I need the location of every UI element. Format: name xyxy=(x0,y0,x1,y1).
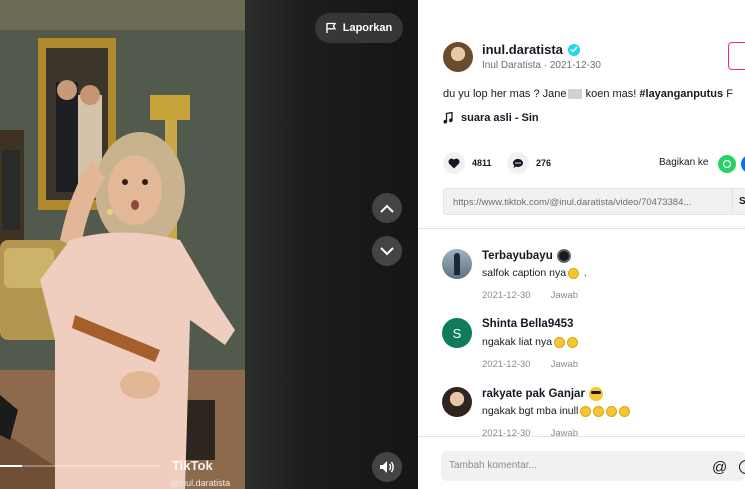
watermark-username: @inul.daratista xyxy=(170,478,231,488)
comment-meta: 2021-12-30 Jawab xyxy=(482,359,578,370)
commenter-name-row[interactable]: Terbayubayu xyxy=(482,249,571,263)
comment-trailing-dot: . xyxy=(581,267,587,279)
comment-text: ngakak bgt mba inull xyxy=(482,405,579,417)
comment-text-row: ngakak liat nya xyxy=(482,336,579,348)
commenter-name-row[interactable]: Shinta Bella9453 xyxy=(482,318,573,330)
commenter-name-row[interactable]: rakyate pak Ganjar xyxy=(482,387,603,401)
caption-text-2: koen mas! xyxy=(582,88,640,100)
facebook-share-icon[interactable] xyxy=(741,155,745,173)
author-avatar[interactable] xyxy=(443,42,473,72)
author-subline: Inul Daratista · 2021-12-30 xyxy=(482,60,601,71)
video-progress-bar[interactable] xyxy=(0,465,160,467)
commenter-name[interactable]: Terbayubayu xyxy=(482,250,553,262)
flag-icon xyxy=(326,22,336,33)
reply-button[interactable]: Jawab xyxy=(551,359,578,370)
like-count: 4811 xyxy=(472,158,492,168)
like-button[interactable]: 4811 xyxy=(443,152,492,174)
sound-link[interactable]: suara asli - Sin xyxy=(443,112,539,124)
commenter-name[interactable]: rakyate pak Ganjar xyxy=(482,388,585,400)
volume-button[interactable] xyxy=(372,452,402,482)
post-caption: du yu lop her mas ? Jane koen mas! #laya… xyxy=(443,88,733,100)
tiktok-watermark: TikTok xyxy=(172,458,213,473)
avatar-initial: S xyxy=(452,325,462,341)
mention-button[interactable]: @ xyxy=(712,459,727,476)
copy-link-button[interactable]: Sa xyxy=(732,189,745,214)
previous-video-button[interactable] xyxy=(372,193,402,223)
share-link-url[interactable]: https://www.tiktok.com/@inul.daratista/v… xyxy=(453,197,725,208)
comment-date: 2021-12-30 xyxy=(482,290,531,301)
comment-date: 2021-12-30 xyxy=(482,359,531,370)
commenter-avatar[interactable] xyxy=(442,249,472,279)
commenter-avatar[interactable] xyxy=(442,387,472,417)
subline-separator: · xyxy=(543,60,548,71)
share-label: Bagikan ke xyxy=(659,157,709,168)
grinning-emoji-icon xyxy=(606,405,618,417)
comment-input[interactable]: Tambah komentar... xyxy=(441,451,745,481)
crying-laughing-emoji-icon xyxy=(568,267,580,279)
comment-meta: 2021-12-30 Jawab xyxy=(482,290,578,301)
follow-button[interactable] xyxy=(728,42,745,70)
comment-text-row: ngakak bgt mba inull xyxy=(482,405,631,417)
section-divider xyxy=(418,228,745,229)
commenter-name[interactable]: Shinta Bella9453 xyxy=(482,318,573,330)
share-link-box: https://www.tiktok.com/@inul.daratista/v… xyxy=(443,188,745,215)
comment-text-row: salfok caption nya . xyxy=(482,267,587,279)
badge-icon xyxy=(556,249,571,263)
speaker-icon xyxy=(380,461,394,473)
heart-icon[interactable] xyxy=(443,152,465,174)
sound-name[interactable]: suara asli - Sin xyxy=(461,112,539,124)
caption-tail: F xyxy=(723,88,733,100)
comment-count: 276 xyxy=(536,158,552,168)
chevron-up-icon xyxy=(380,204,394,213)
video-progress-fill xyxy=(0,465,23,467)
author-username-row[interactable]: inul.daratista xyxy=(482,42,580,57)
comment-bubble-icon[interactable] xyxy=(507,152,529,174)
comment-button[interactable]: 276 xyxy=(507,152,551,174)
grinning-emoji-icon xyxy=(554,336,566,348)
caption-text: du yu lop her mas ? Jane xyxy=(443,88,567,100)
comment-text: ngakak liat nya xyxy=(482,336,553,348)
comment-text: salfok caption nya xyxy=(482,267,567,279)
sunglasses-emoji-icon xyxy=(588,387,603,401)
whatsapp-share-icon[interactable] xyxy=(718,155,736,173)
caption-hashtag[interactable]: #layanganputus xyxy=(639,88,723,100)
video-player[interactable]: Laporkan TikTok @inul.daratista xyxy=(0,0,418,489)
chevron-down-icon xyxy=(380,246,394,255)
tiktok-video-page: Laporkan TikTok @inul.daratista inul.dar… xyxy=(0,0,745,489)
details-panel: inul.daratista Inul Daratista · 2021-12-… xyxy=(418,0,745,489)
music-note-icon xyxy=(443,112,453,124)
grinning-emoji-icon xyxy=(593,405,605,417)
grinning-emoji-icon xyxy=(567,336,579,348)
video-scene xyxy=(0,0,245,489)
commenter-avatar[interactable]: S xyxy=(442,318,472,348)
report-button[interactable]: Laporkan xyxy=(315,13,403,43)
grinning-emoji-icon xyxy=(580,405,592,417)
verified-badge-icon xyxy=(567,43,580,56)
author-display-name: Inul Daratista xyxy=(482,60,541,71)
author-username[interactable]: inul.daratista xyxy=(482,42,563,57)
caption-redaction xyxy=(567,89,582,100)
reply-button[interactable]: Jawab xyxy=(551,290,578,301)
next-video-button[interactable] xyxy=(372,236,402,266)
comment-input-bar: Tambah komentar... @ xyxy=(418,436,745,489)
post-date: 2021-12-30 xyxy=(549,60,601,71)
video-frame[interactable] xyxy=(0,0,245,489)
report-label: Laporkan xyxy=(342,22,393,34)
grinning-emoji-icon xyxy=(619,405,631,417)
